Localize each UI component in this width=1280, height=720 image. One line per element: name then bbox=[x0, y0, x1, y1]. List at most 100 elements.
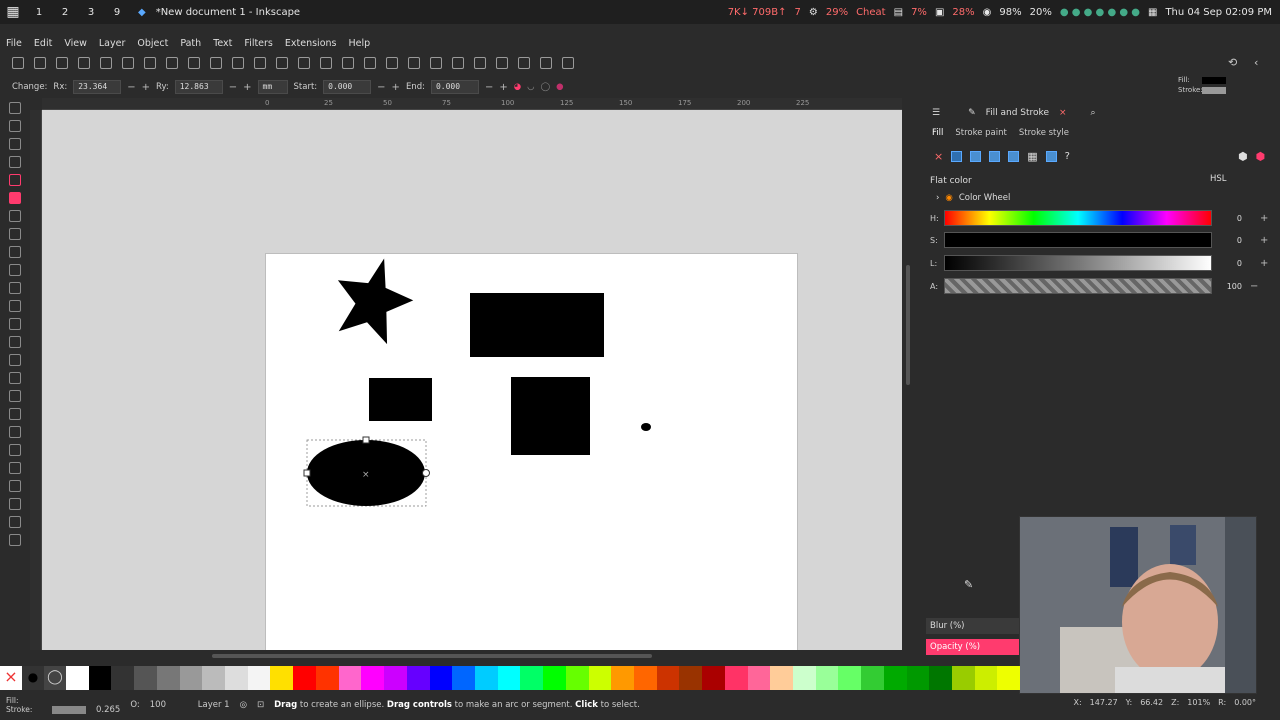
palette-swatch[interactable] bbox=[633, 666, 657, 690]
linear-gradient-icon[interactable] bbox=[970, 151, 982, 162]
zoom-in-icon[interactable] bbox=[254, 57, 266, 69]
document-properties-icon[interactable] bbox=[540, 57, 552, 69]
blur-label[interactable]: Blur (%) bbox=[926, 618, 1026, 634]
stroke-indicator-swatch[interactable] bbox=[1202, 87, 1226, 94]
palette-swatch[interactable] bbox=[384, 666, 407, 690]
spray-tool-icon[interactable] bbox=[9, 408, 21, 420]
xml-editor-icon[interactable] bbox=[452, 57, 464, 69]
palette-swatch[interactable] bbox=[225, 666, 248, 690]
measure-tool-icon[interactable] bbox=[9, 462, 21, 474]
tab-stroke-paint[interactable]: Stroke paint bbox=[955, 128, 1006, 138]
clipboard-tool-icon[interactable] bbox=[9, 534, 21, 546]
copy-icon[interactable] bbox=[188, 57, 200, 69]
palette-swatch[interactable] bbox=[815, 666, 839, 690]
search-tool-icon[interactable] bbox=[9, 516, 21, 528]
flat-color-icon[interactable] bbox=[951, 151, 963, 162]
alpha-slider[interactable] bbox=[944, 278, 1212, 294]
print-icon[interactable] bbox=[78, 57, 90, 69]
pen-tool-icon[interactable] bbox=[9, 282, 21, 294]
palette-swatch[interactable] bbox=[406, 666, 430, 690]
menu-layer[interactable]: Layer bbox=[99, 38, 126, 49]
palette-swatch[interactable] bbox=[111, 666, 135, 690]
palette-swatch[interactable] bbox=[270, 666, 294, 690]
node-tool-icon[interactable] bbox=[9, 120, 21, 132]
redo-icon[interactable] bbox=[166, 57, 178, 69]
tab-stroke-style[interactable]: Stroke style bbox=[1019, 128, 1069, 138]
chord-icon[interactable]: ◯ bbox=[541, 82, 551, 92]
ry-input[interactable]: 12.863 bbox=[174, 80, 223, 94]
menu-view[interactable]: View bbox=[64, 38, 87, 49]
palette-swatch[interactable] bbox=[906, 666, 930, 690]
palette-swatch[interactable] bbox=[588, 666, 612, 690]
palette-swatch[interactable] bbox=[702, 666, 725, 690]
palette-swatch[interactable] bbox=[997, 666, 1021, 690]
apps-grid-icon[interactable]: ▦ bbox=[0, 4, 26, 20]
palette-swatch[interactable] bbox=[793, 666, 816, 690]
preferences-icon[interactable] bbox=[562, 57, 574, 69]
ry-decrement[interactable]: − bbox=[229, 82, 237, 93]
export-icon[interactable] bbox=[122, 57, 134, 69]
opacity-value[interactable]: 100 bbox=[150, 700, 176, 710]
end-decrement[interactable]: − bbox=[485, 82, 493, 93]
arc-icon[interactable]: ◡ bbox=[527, 82, 534, 92]
end-increment[interactable]: + bbox=[499, 82, 507, 93]
saturation-slider[interactable] bbox=[944, 232, 1212, 248]
lightness-value[interactable]: 0 bbox=[1218, 259, 1242, 268]
workspace-2[interactable]: 2 bbox=[52, 7, 78, 18]
resize-handle-top[interactable] bbox=[362, 436, 370, 444]
color-mode-select[interactable]: HSL bbox=[1210, 174, 1227, 184]
palette-swatch[interactable] bbox=[202, 666, 226, 690]
mesh-tool-icon[interactable] bbox=[9, 354, 21, 366]
slice-icon[interactable]: ◕ bbox=[514, 82, 521, 92]
hue-slider[interactable] bbox=[944, 210, 1212, 226]
layer-select[interactable]: Layer 1 bbox=[198, 700, 230, 710]
none-swatch[interactable]: × bbox=[0, 666, 22, 690]
paint-bucket-tool-icon[interactable] bbox=[9, 390, 21, 402]
import-icon[interactable] bbox=[100, 57, 112, 69]
align-icon[interactable] bbox=[518, 57, 530, 69]
palette-swatch[interactable] bbox=[179, 666, 203, 690]
group-icon[interactable] bbox=[408, 57, 420, 69]
calligraphy-tool-icon[interactable] bbox=[9, 300, 21, 312]
tab-fill[interactable]: Fill bbox=[932, 128, 943, 138]
zoom-tool-icon[interactable] bbox=[9, 156, 21, 168]
date-time[interactable]: Thu 04 Sep 02:09 PM bbox=[1165, 7, 1272, 18]
dock-menu-icon[interactable]: ☰ bbox=[932, 108, 940, 118]
lpe-tool-icon[interactable] bbox=[9, 498, 21, 510]
palette-swatch[interactable] bbox=[247, 666, 271, 690]
palette-swatch[interactable] bbox=[88, 666, 112, 690]
lightness-slider[interactable] bbox=[944, 255, 1212, 271]
star-tool-icon[interactable] bbox=[9, 210, 21, 222]
rx-input[interactable]: 23.364 bbox=[73, 80, 122, 94]
connector-tool-icon[interactable] bbox=[9, 444, 21, 456]
text-font-icon[interactable] bbox=[474, 57, 486, 69]
no-paint-icon[interactable]: × bbox=[934, 150, 943, 163]
palette-swatch[interactable] bbox=[929, 666, 953, 690]
search-icon[interactable]: ⌕ bbox=[1091, 108, 1096, 118]
ellipse-tool-icon[interactable] bbox=[9, 192, 21, 204]
end-input[interactable]: 0.000 bbox=[430, 80, 479, 94]
start-decrement[interactable]: − bbox=[377, 82, 385, 93]
sync-icon[interactable]: ⟲ bbox=[1228, 56, 1237, 69]
zoom-selection-icon[interactable] bbox=[298, 57, 310, 69]
layer-visibility-icon[interactable]: ◎ bbox=[240, 700, 247, 710]
opacity-label[interactable]: Opacity (%) bbox=[926, 639, 1026, 655]
palette-swatch[interactable] bbox=[656, 666, 680, 690]
text-tool-icon[interactable] bbox=[9, 318, 21, 330]
alpha-decrement[interactable]: − bbox=[1250, 281, 1258, 292]
rectangle-tool-icon[interactable] bbox=[9, 174, 21, 186]
star-shape[interactable] bbox=[325, 248, 422, 347]
paste-icon[interactable] bbox=[232, 57, 244, 69]
menu-edit[interactable]: Edit bbox=[34, 38, 52, 49]
unset-icon[interactable]: ? bbox=[1065, 151, 1070, 162]
palette-swatch[interactable] bbox=[770, 666, 793, 690]
collapse-icon[interactable]: ‹ bbox=[1254, 56, 1258, 69]
layers-icon[interactable] bbox=[496, 57, 508, 69]
saturation-increment[interactable]: + bbox=[1260, 235, 1268, 246]
hue-increment[interactable]: + bbox=[1260, 213, 1268, 224]
small-rectangle[interactable] bbox=[369, 378, 432, 421]
palette-swatch[interactable] bbox=[883, 666, 907, 690]
arc-handle-right[interactable] bbox=[422, 469, 430, 477]
palette-swatch[interactable] bbox=[611, 666, 634, 690]
palette-black-dot[interactable]: ● bbox=[22, 666, 44, 690]
